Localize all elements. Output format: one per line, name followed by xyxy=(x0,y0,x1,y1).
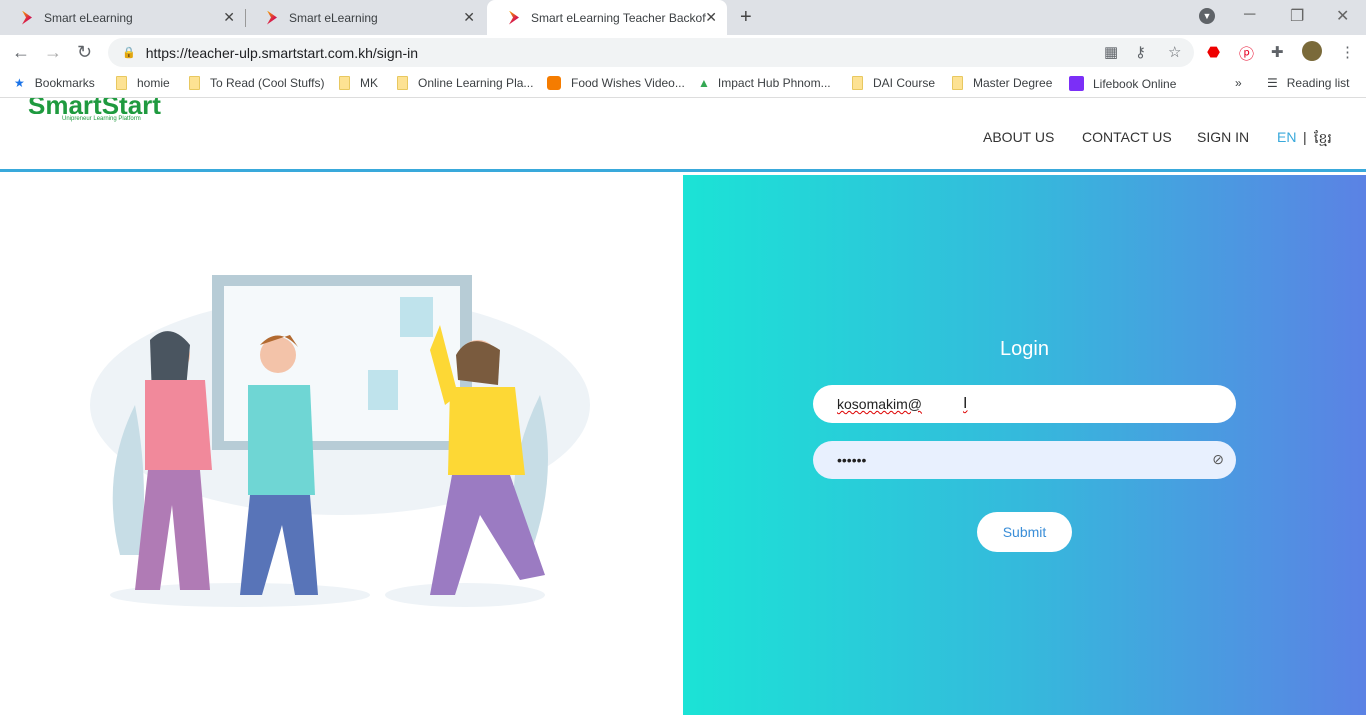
tab-title: Smart eLearning xyxy=(289,10,378,25)
login-panel: Login kosomakim@ I •••••• ⊘ Submit xyxy=(683,175,1366,715)
bookmark-label: Master Degree xyxy=(973,76,1053,90)
drive-icon: ▲ xyxy=(698,76,710,90)
lang-en[interactable]: EN xyxy=(1277,129,1296,145)
bookmark-label: Food Wishes Video... xyxy=(571,76,685,90)
login-title: Login xyxy=(1000,338,1049,360)
menu-icon[interactable]: ⋮ xyxy=(1340,43,1355,61)
lock-icon: 🔒 xyxy=(122,47,136,59)
key-icon[interactable]: ⚷ xyxy=(1135,43,1146,61)
tab-title: Smart eLearning Teacher Backoff xyxy=(531,10,706,25)
star-icon[interactable]: ☆ xyxy=(1168,43,1181,61)
submit-button[interactable]: Submit xyxy=(977,512,1072,552)
bookmark-label: Impact Hub Phnom... xyxy=(717,76,831,90)
qr-icon[interactable]: ▦ xyxy=(1104,43,1118,61)
tab-3-active[interactable]: Smart eLearning Teacher Backoff ✕ xyxy=(487,0,727,35)
password-input[interactable]: •••••• ⊘ xyxy=(813,441,1236,479)
text-cursor-icon: I xyxy=(963,395,968,412)
bookmark-label: MK xyxy=(360,76,378,90)
folder-icon xyxy=(116,76,127,90)
tab-search-icon[interactable]: ▼ xyxy=(1199,8,1215,24)
browser-toolbar: ← → ↻ 🔒 https://teacher-ulp.smartstart.co… xyxy=(0,35,1366,70)
restore-icon[interactable]: ❐ xyxy=(1290,6,1304,26)
bookmark-homie[interactable]: homie xyxy=(116,76,170,90)
bookmark-label: Online Learning Pla... xyxy=(418,76,534,90)
tab-1[interactable]: Smart eLearning ✕ xyxy=(0,0,246,35)
email-input[interactable]: kosomakim@ I xyxy=(813,385,1236,423)
close-tab-icon[interactable]: ✕ xyxy=(705,9,717,26)
bookmark-label: Lifebook Online xyxy=(1093,76,1177,91)
lang-khmer[interactable]: ខ្មែរ xyxy=(1314,129,1332,150)
minimize-icon[interactable]: ─ xyxy=(1244,6,1255,24)
illustration-panel xyxy=(0,175,683,715)
password-value: •••••• xyxy=(837,452,867,468)
bookmark-food-wishes[interactable]: Food Wishes Video... xyxy=(547,76,685,90)
email-value: kosomakim@ xyxy=(837,396,923,412)
reading-list-button[interactable]: ☰ Reading list xyxy=(1267,76,1349,90)
pinterest-icon[interactable]: ⓟ xyxy=(1239,43,1254,64)
url-text: https://teacher-ulp.smartstart.com.kh/si… xyxy=(145,44,419,61)
bookmark-dai-course[interactable]: DAI Course xyxy=(852,76,935,90)
forward-icon[interactable]: → xyxy=(44,42,62,63)
lang-separator: | xyxy=(1303,129,1307,145)
bookmark-label: To Read (Cool Stuffs) xyxy=(210,76,325,90)
folder-icon xyxy=(952,76,963,90)
bookmark-to-read[interactable]: To Read (Cool Stuffs) xyxy=(189,76,325,90)
logo[interactable]: SmartStart xyxy=(28,98,161,114)
reading-list-label: Reading list xyxy=(1286,76,1350,90)
more-bookmarks-icon[interactable]: » xyxy=(1235,76,1242,90)
bookmark-impact-hub[interactable]: ▲ Impact Hub Phnom... xyxy=(698,76,831,90)
reading-list-icon: ☰ xyxy=(1267,76,1278,90)
favicon-icon xyxy=(509,10,519,25)
team-whiteboard-illustration xyxy=(90,275,590,607)
new-tab-icon[interactable]: + xyxy=(740,6,752,29)
folder-icon xyxy=(852,76,863,90)
address-bar[interactable]: 🔒 https://teacher-ulp.smartstart.com.kh/s… xyxy=(108,38,1194,67)
bookmark-bookmarks[interactable]: ★ Bookmarks xyxy=(14,76,95,90)
folder-icon xyxy=(189,76,200,90)
star-icon: ★ xyxy=(14,76,25,90)
extensions-icon[interactable]: ✚ xyxy=(1271,43,1284,61)
bookmark-master-degree[interactable]: Master Degree xyxy=(952,76,1052,90)
site-header: SmartStart Unipreneur Learning Platform … xyxy=(0,98,1366,172)
lifebook-icon xyxy=(1069,76,1084,91)
favicon-icon xyxy=(22,10,32,25)
favicon-icon xyxy=(267,10,277,25)
bookmark-label: homie xyxy=(137,76,170,90)
close-tab-icon[interactable]: ✕ xyxy=(463,9,475,26)
bookmark-online-learning[interactable]: Online Learning Pla... xyxy=(397,76,533,90)
folder-icon xyxy=(339,76,350,90)
bookmark-label: DAI Course xyxy=(873,76,936,90)
blogger-icon xyxy=(547,76,561,90)
bookmarks-bar: ★ Bookmarks homie To Read (Cool Stuffs) M… xyxy=(0,70,1366,98)
close-window-icon[interactable]: ✕ xyxy=(1336,6,1349,26)
close-tab-icon[interactable]: ✕ xyxy=(223,9,235,26)
adblock-icon[interactable]: ⬣ xyxy=(1207,43,1220,61)
back-icon[interactable]: ← xyxy=(12,42,30,63)
bookmark-mk[interactable]: MK xyxy=(339,76,378,90)
bookmark-label: Bookmarks xyxy=(34,76,95,90)
folder-icon xyxy=(397,76,408,90)
avatar[interactable] xyxy=(1302,41,1322,61)
tab-bar: Smart eLearning ✕ Smart eLearning ✕ Smart … xyxy=(0,0,1366,35)
reload-icon[interactable]: ↻ xyxy=(77,42,92,63)
tab-2[interactable]: Smart eLearning ✕ xyxy=(245,0,485,35)
toggle-password-visibility-icon[interactable]: ⊘ xyxy=(1212,451,1224,468)
nav-contact-us[interactable]: CONTACT US xyxy=(1082,129,1172,145)
nav-about-us[interactable]: ABOUT US xyxy=(983,129,1054,145)
tab-title: Smart eLearning xyxy=(44,10,133,25)
nav-sign-in[interactable]: SIGN IN xyxy=(1197,129,1249,145)
bookmark-lifebook[interactable]: Lifebook Online xyxy=(1069,76,1176,91)
logo-tagline: Unipreneur Learning Platform xyxy=(62,116,141,122)
